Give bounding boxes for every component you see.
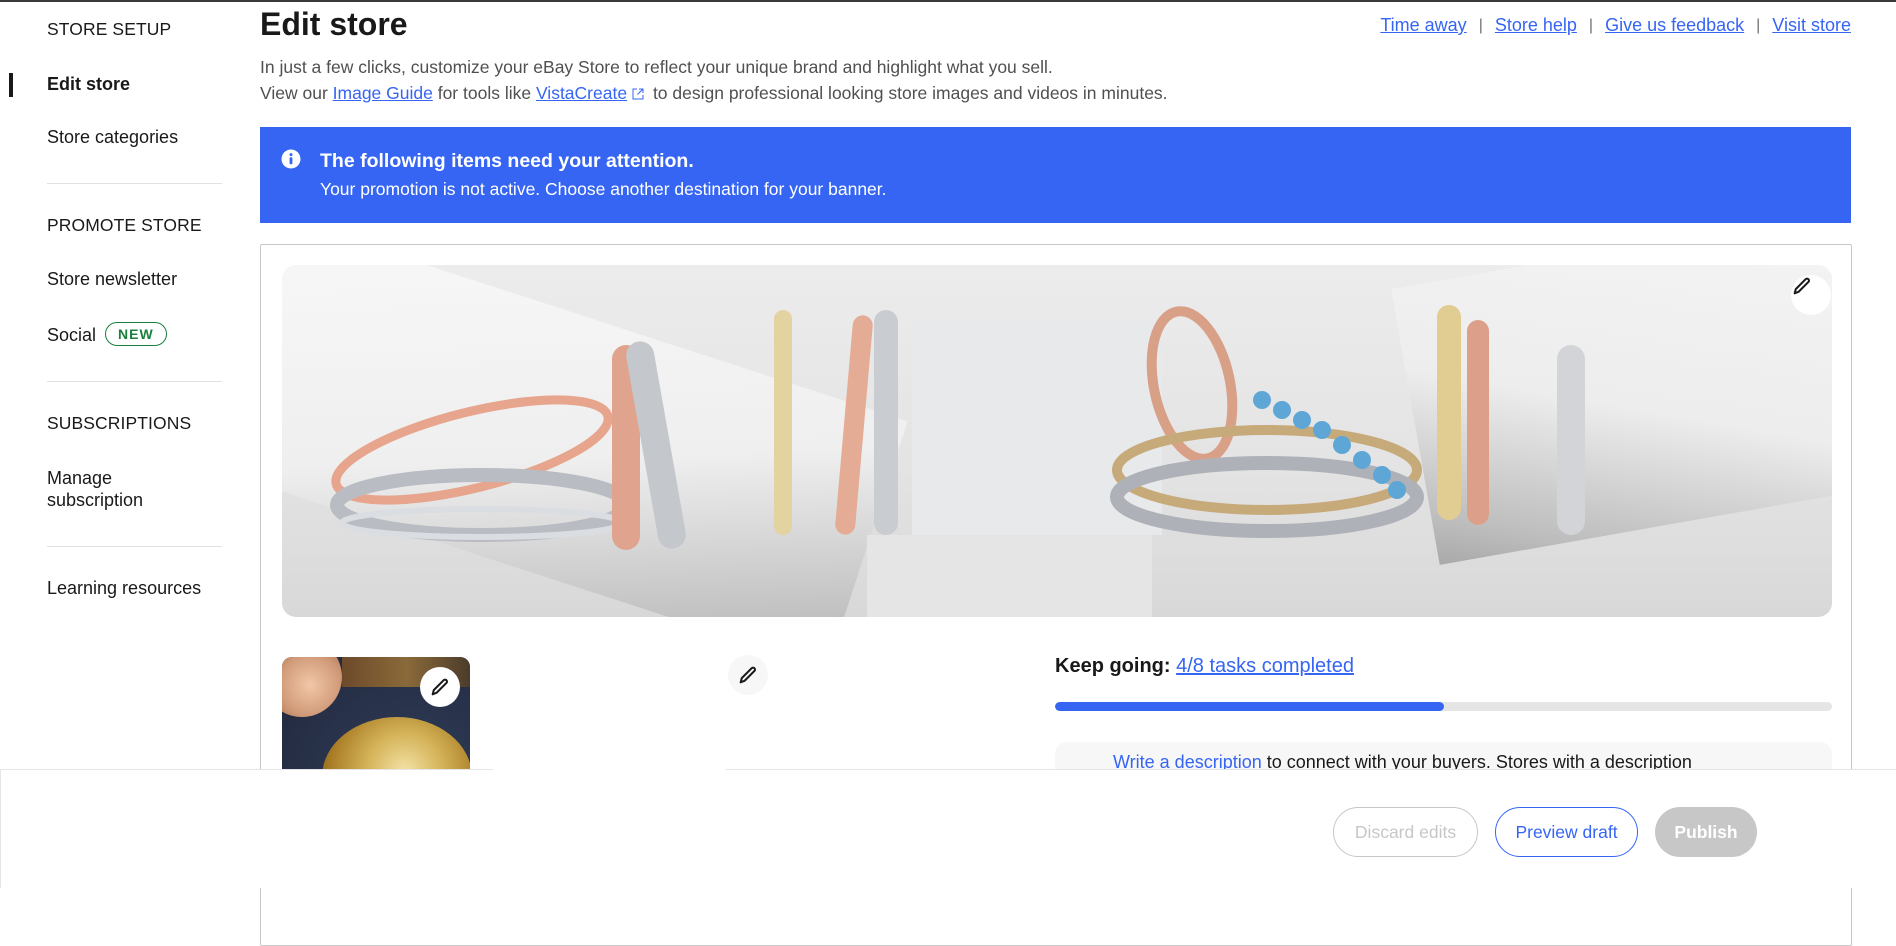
sidebar-item-store-categories[interactable]: Store categories (47, 127, 178, 148)
link-separator: | (1756, 16, 1761, 34)
sidebar-nav: STORE SETUP Edit store Store categories … (0, 0, 240, 888)
alert-body: Your promotion is not active. Choose ano… (320, 179, 887, 199)
active-item-indicator (9, 73, 13, 97)
sidebar-divider (47, 183, 222, 184)
info-icon (281, 149, 301, 169)
pencil-icon (431, 678, 448, 696)
image-guide-link[interactable]: Image Guide (333, 83, 433, 103)
description-text: View our (260, 83, 333, 103)
sidebar-item-edit-store[interactable]: Edit store (47, 74, 130, 95)
edit-store-info-button[interactable] (728, 655, 768, 695)
store-help-link[interactable]: Store help (1495, 15, 1577, 36)
logo-inset-photo (282, 657, 342, 717)
sidebar-item-learning-resources[interactable]: Learning resources (47, 578, 201, 599)
sidebar-divider (47, 381, 222, 382)
progress-fill (1055, 702, 1444, 711)
time-away-link[interactable]: Time away (1380, 15, 1466, 36)
give-feedback-link[interactable]: Give us feedback (1605, 15, 1744, 36)
preview-draft-button[interactable]: Preview draft (1495, 807, 1638, 857)
sidebar-item-social-label: Social (47, 324, 97, 345)
header-links: Time away | Store help | Give us feedbac… (1380, 15, 1851, 36)
description-text: for tools like (432, 83, 536, 103)
sidebar-divider (47, 546, 222, 547)
pencil-icon (1793, 277, 1810, 295)
edit-logo-button[interactable] (420, 667, 460, 707)
pencil-icon (739, 666, 756, 684)
edit-banner-button[interactable] (1791, 275, 1831, 315)
vistacreate-link[interactable]: VistaCreate (536, 83, 627, 103)
store-banner-image[interactable] (282, 265, 1832, 617)
link-separator: | (1588, 16, 1594, 34)
new-badge: NEW (105, 322, 167, 346)
external-link-icon (632, 88, 644, 100)
progress-summary: Keep going: 4/8 tasks completed (1055, 655, 1354, 678)
tasks-completed-link[interactable]: 4/8 tasks completed (1176, 655, 1354, 677)
description-text: to design professional looking store ima… (648, 83, 1168, 103)
top-border (0, 0, 1896, 2)
attention-alert: The following items need your attention.… (260, 127, 1851, 223)
image-guide-description: View our Image Guide for tools like Vist… (260, 83, 1168, 104)
sidebar-heading-store-setup: STORE SETUP (47, 19, 172, 39)
discard-edits-button[interactable]: Discard edits (1333, 807, 1478, 857)
progress-label: Keep going: (1055, 655, 1171, 677)
publish-button[interactable]: Publish (1655, 807, 1757, 857)
page-title: Edit store (260, 6, 408, 42)
alert-title: The following items need your attention. (320, 150, 694, 172)
sidebar-item-social[interactable]: Social NEW (47, 322, 167, 348)
rings-illustration (330, 305, 1585, 550)
sidebar-heading-promote-store: PROMOTE STORE (47, 215, 202, 235)
sidebar-heading-subscriptions: SUBSCRIPTIONS (47, 413, 192, 433)
sidebar-item-store-newsletter[interactable]: Store newsletter (47, 269, 177, 290)
footer-border-gap (493, 768, 726, 770)
page-description: In just a few clicks, customize your eBa… (260, 57, 1053, 77)
link-separator: | (1478, 16, 1483, 34)
tasks-progress-bar (1055, 702, 1832, 711)
visit-store-link[interactable]: Visit store (1772, 15, 1851, 36)
sidebar-item-manage-subscription[interactable]: Manage subscription (47, 467, 197, 511)
